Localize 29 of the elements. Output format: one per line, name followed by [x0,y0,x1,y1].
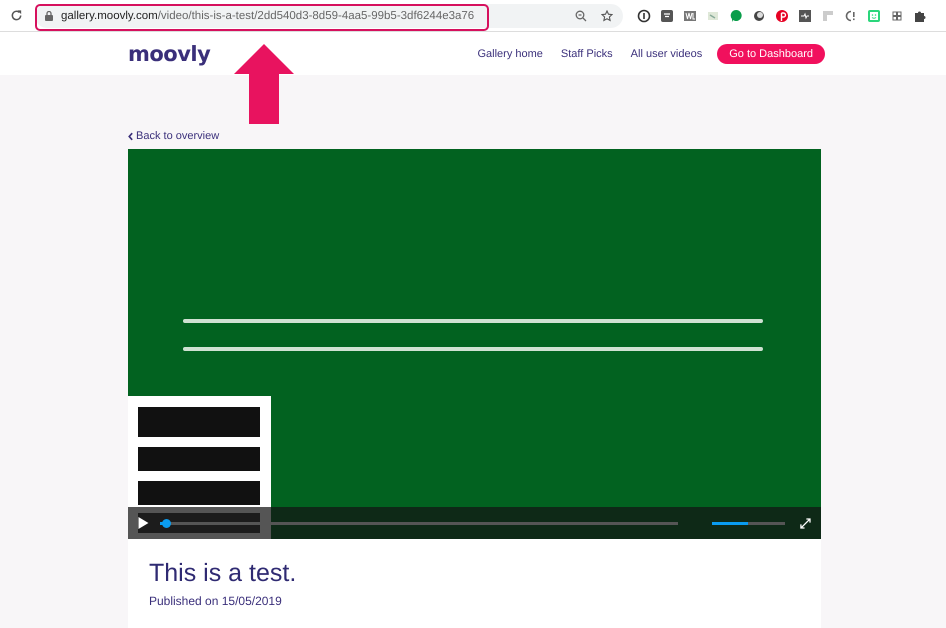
circle-icon[interactable] [752,8,766,22]
info-icon[interactable] [637,8,651,22]
speech-bubble-icon[interactable] [729,8,743,22]
reload-icon[interactable] [10,9,23,22]
puzzle-icon[interactable] [913,8,927,22]
star-icon[interactable] [601,10,613,22]
grid-icon[interactable] [890,8,904,22]
arrow-icon [232,42,296,126]
url-text: gallery.moovly.com/video/this-is-a-test/2dd540d3-8d59-4aa5-99b5-3df6244e3a76 [61,10,474,22]
back-link[interactable]: Back to overview [128,130,220,142]
lock-icon [45,10,53,20]
play-icon[interactable] [138,517,149,529]
filter-icon[interactable] [660,8,674,22]
progress-handle[interactable] [162,518,172,528]
extension-icon[interactable] [798,8,812,22]
nav-link[interactable]: Gallery home [477,48,543,60]
extension-icon[interactable] [683,8,697,22]
nav-link[interactable]: All user videos [630,48,702,60]
chevron-left-icon [128,132,133,140]
logo[interactable]: moovly [128,42,210,66]
dashboard-button[interactable]: Go to Dashboard [717,44,825,64]
zoom-icon[interactable] [575,10,587,22]
nav-link[interactable]: Staff Picks [560,48,613,60]
address-bar[interactable]: gallery.moovly.com/video/this-is-a-test/2dd540d3-8d59-4aa5-99b5-3df6244e3a76 [35,4,623,28]
video-title: This is a test. [149,559,298,588]
fullscreen-icon[interactable] [800,518,811,528]
publish-date: Published on 15/05/2019 [149,594,283,608]
volume-slider[interactable] [712,522,786,524]
progress-bar[interactable] [160,522,678,524]
